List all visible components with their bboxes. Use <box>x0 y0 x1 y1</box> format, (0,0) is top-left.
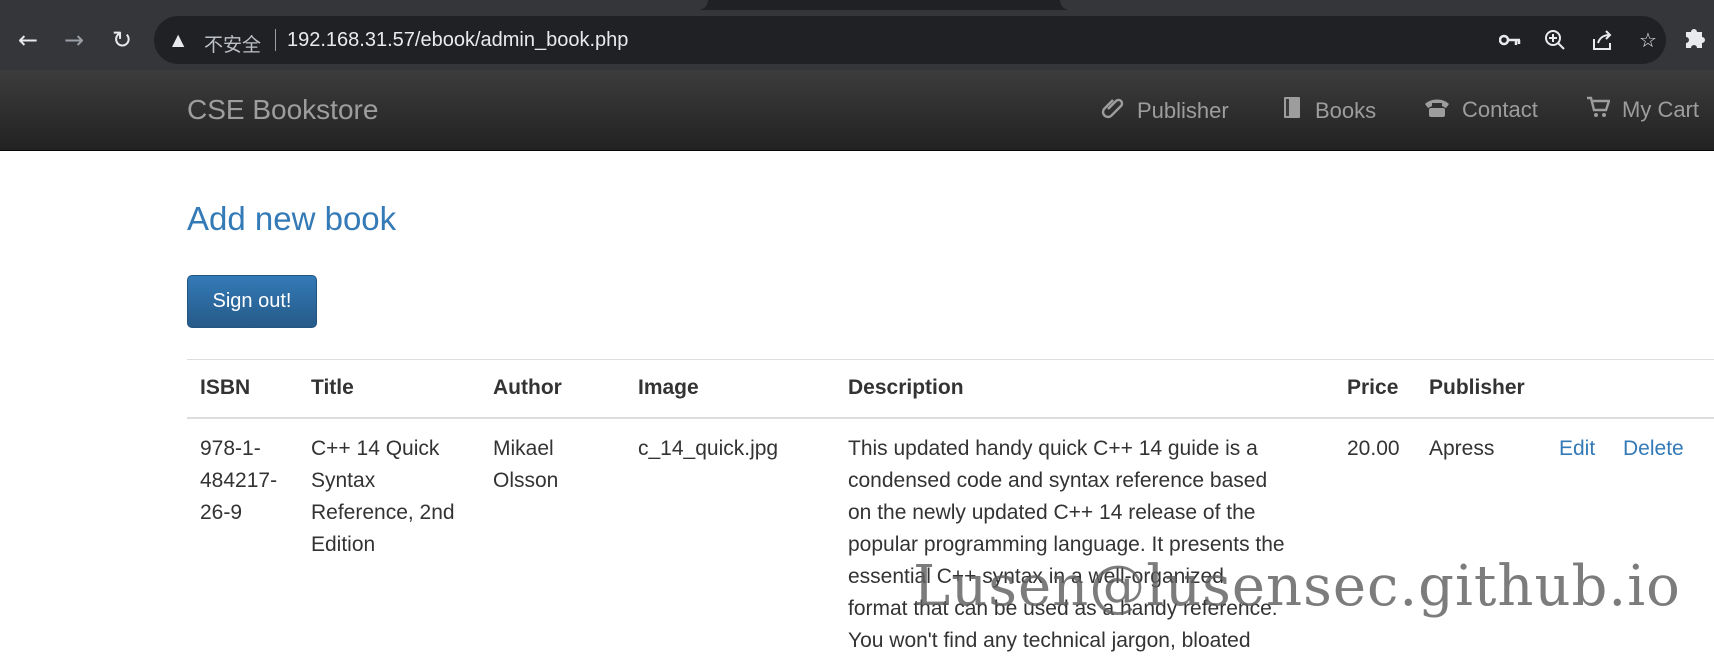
cell-text: Olsson <box>493 469 559 492</box>
cell-image: c_14_quick.jpg <box>638 437 779 460</box>
cell-title: C++ 14 Quick Syntax Reference, 2nd Editi… <box>311 433 455 561</box>
nav-books-link[interactable]: Books <box>1281 96 1376 126</box>
zoom-icon[interactable] <box>1543 28 1567 52</box>
cell-text: condensed code and syntax reference base… <box>848 469 1268 492</box>
arrow-right-icon[interactable]: → <box>58 24 90 56</box>
column-header-author: Author <box>493 376 562 399</box>
nav-cart-link[interactable]: My Cart <box>1586 96 1699 124</box>
paperclip-icon <box>1101 96 1125 126</box>
column-header-description: Description <box>848 376 964 399</box>
column-header-price: Price <box>1347 376 1399 399</box>
nav-link-label: Books <box>1315 98 1377 123</box>
cell-text: Reference, 2nd <box>311 501 455 524</box>
column-header-isbn: ISBN <box>200 376 251 399</box>
site-navbar: CSE Bookstore Publisher Books Contact My… <box>0 70 1714 151</box>
cell-text: Syntax <box>311 469 376 492</box>
cell-description: This updated handy quick C++ 14 guide is… <box>848 433 1285 657</box>
cell-text: You won't find any technical jargon, blo… <box>848 629 1251 652</box>
book-icon <box>1281 96 1303 126</box>
cell-author: Mikael Olsson <box>493 433 558 497</box>
browser-tab[interactable] <box>1060 0 1714 10</box>
browser-toolbar: ← → ↻ ▲ 不安全 192.168.31.57/ebook/admin_bo… <box>0 10 1714 70</box>
cell-isbn: 978-1- 484217- 26-9 <box>200 433 277 529</box>
arrow-left-icon[interactable]: ← <box>12 24 44 56</box>
add-new-book-link[interactable]: Add new book <box>187 200 396 238</box>
delete-link[interactable]: Delete <box>1623 433 1684 465</box>
cell-publisher: Apress <box>1429 437 1495 460</box>
cell-text: Mikael <box>493 437 554 460</box>
key-icon[interactable] <box>1498 28 1522 52</box>
address-separator <box>275 29 276 51</box>
brand-link[interactable]: CSE Bookstore <box>187 94 378 126</box>
sign-out-button[interactable]: Sign out! <box>187 275 317 328</box>
star-icon[interactable]: ☆ <box>1636 28 1660 52</box>
cell-text: 484217- <box>200 469 278 492</box>
nav-link-label: Contact <box>1462 97 1538 122</box>
cell-text: 978-1- <box>200 437 261 460</box>
edit-link[interactable]: Edit <box>1559 433 1595 465</box>
puzzle-icon[interactable] <box>1682 24 1710 56</box>
table-border <box>187 359 1714 360</box>
cell-text: on the newly updated C++ 14 release of t… <box>848 501 1256 524</box>
address-bar[interactable]: ▲ 不安全 192.168.31.57/ebook/admin_book.php… <box>154 16 1666 64</box>
cell-text: C++ 14 Quick <box>311 437 440 460</box>
cell-text: This updated handy quick C++ 14 guide is… <box>848 437 1258 460</box>
nav-link-label: My Cart <box>1622 97 1699 122</box>
column-header-publisher: Publisher <box>1429 376 1525 399</box>
nav-publisher-link[interactable]: Publisher <box>1101 96 1229 126</box>
reload-icon[interactable]: ↻ <box>106 24 138 56</box>
warning-triangle-icon[interactable]: ▲ <box>172 30 192 50</box>
table-header-border <box>187 417 1714 419</box>
column-header-image: Image <box>638 376 699 399</box>
cart-icon <box>1586 96 1611 124</box>
cell-text: Edition <box>311 533 376 556</box>
cell-text: 26-9 <box>200 501 243 524</box>
security-status-label[interactable]: 不安全 <box>204 30 261 57</box>
watermark-text: Lusen@lusensec.github.io <box>913 554 1681 619</box>
nav-link-label: Publisher <box>1137 98 1229 123</box>
url-text[interactable]: 192.168.31.57/ebook/admin_book.php <box>287 29 628 52</box>
phone-icon <box>1424 96 1450 124</box>
cell-price: 20.00 <box>1347 437 1400 460</box>
share-icon[interactable] <box>1590 28 1614 52</box>
nav-contact-link[interactable]: Contact <box>1424 96 1538 124</box>
column-header-title: Title <box>311 376 354 399</box>
browser-tab[interactable] <box>0 0 708 10</box>
